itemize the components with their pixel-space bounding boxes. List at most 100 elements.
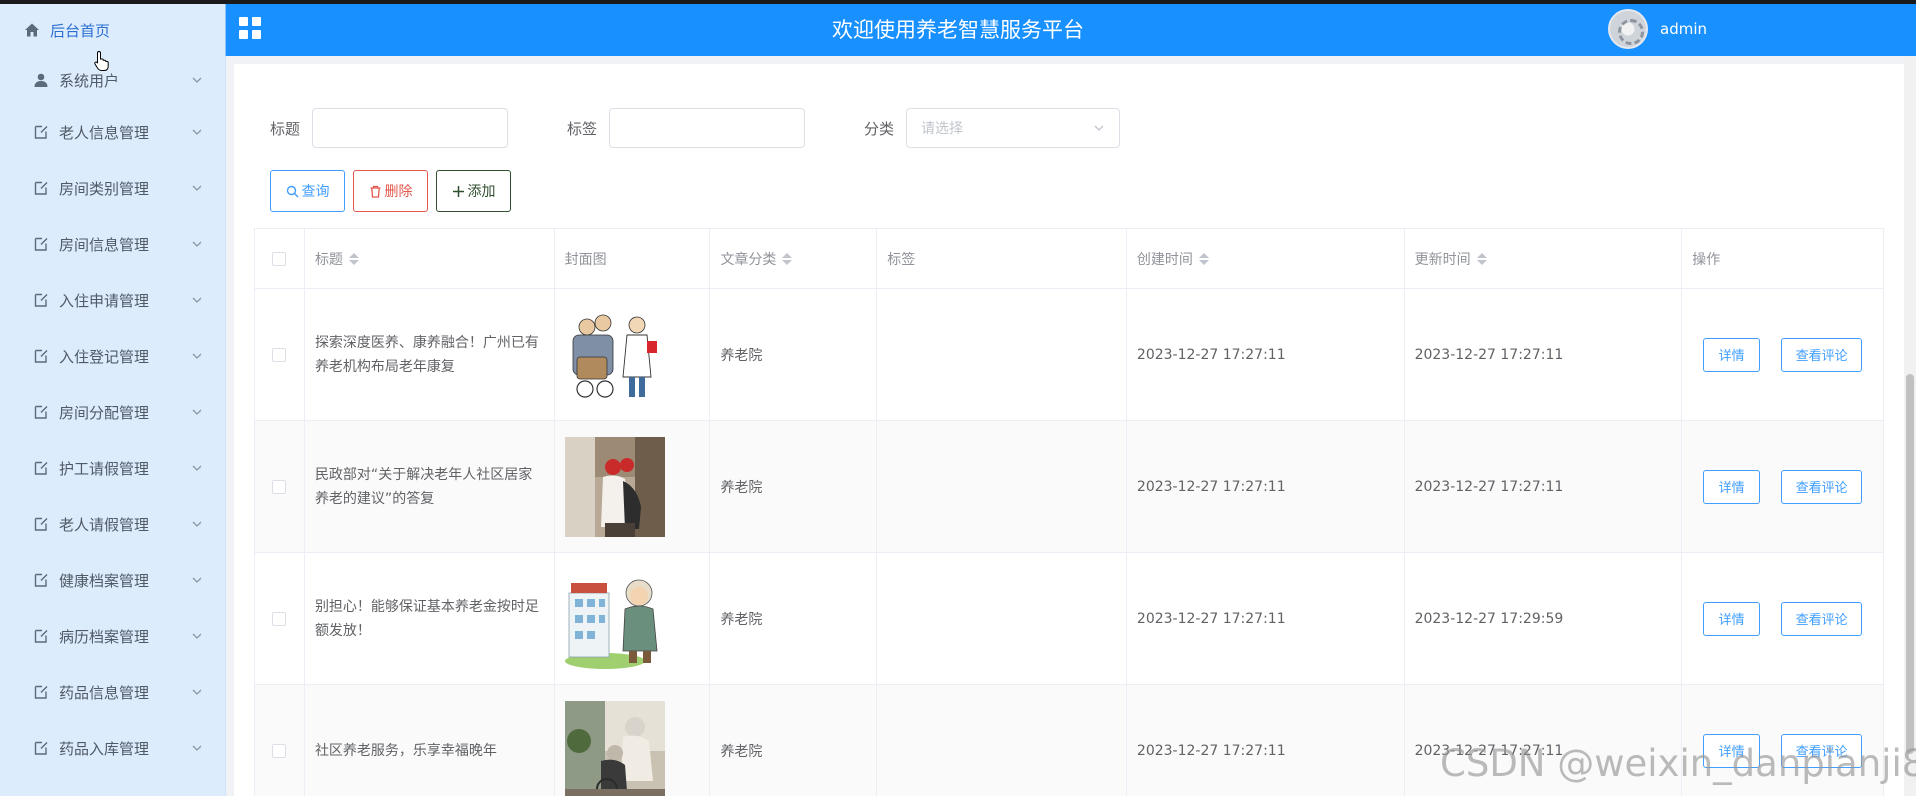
sidebar-item-caregiver-leave[interactable]: 护工请假管理: [0, 440, 225, 496]
search-icon: [286, 185, 298, 197]
sort-icon[interactable]: [348, 252, 359, 265]
search-form: 标题 标签 分类 请选择: [270, 108, 1121, 148]
row-checkbox[interactable]: [272, 611, 287, 626]
query-button[interactable]: 查询: [270, 170, 345, 212]
chevron-down-icon: [192, 241, 202, 247]
sidebar-item-label: 房间分配管理: [59, 403, 150, 422]
sidebar-item-room-category[interactable]: 房间类别管理: [0, 160, 225, 216]
sidebar-item-drug-stock-in[interactable]: 药品入库管理: [0, 720, 225, 776]
tag-label: 标签: [567, 119, 598, 138]
sidebar-item-system-users[interactable]: 系统用户: [0, 56, 225, 104]
row-checkbox[interactable]: [272, 347, 287, 362]
watermark: CSDN @weixin_danpianji889: [1440, 742, 1916, 785]
cover-image: [564, 568, 665, 669]
detail-button[interactable]: 详情: [1703, 337, 1761, 372]
sort-icon[interactable]: [1476, 252, 1487, 265]
doc-icon: [34, 573, 48, 587]
chevron-down-icon: [192, 297, 202, 303]
row-checkbox[interactable]: [272, 743, 287, 758]
chevron-down-icon: [192, 129, 202, 135]
column-header-created[interactable]: 创建时间: [1127, 229, 1405, 288]
doc-icon: [34, 629, 48, 643]
chevron-down-icon: [192, 353, 202, 359]
sort-icon[interactable]: [1198, 252, 1209, 265]
doc-icon: [34, 293, 48, 307]
sidebar-item-room-allocation[interactable]: 房间分配管理: [0, 384, 225, 440]
sidebar-item-elder-leave[interactable]: 老人请假管理: [0, 496, 225, 552]
view-comments-button[interactable]: 查看评论: [1781, 469, 1863, 504]
row-category: 养老院: [720, 611, 763, 628]
sort-icon[interactable]: [782, 252, 793, 265]
sidebar-item-label: 健康档案管理: [59, 571, 150, 590]
row-updated: 2023-12-27 17:27:11: [1414, 346, 1564, 363]
row-created: 2023-12-27 17:27:11: [1136, 610, 1286, 627]
row-title: 民政部对“关于解决老年人社区居家养老的建议”的答复: [314, 466, 533, 507]
vertical-scrollbar[interactable]: [1904, 56, 1916, 796]
sidebar-item-medical-records[interactable]: 病历档案管理: [0, 608, 225, 664]
plus-icon: [452, 185, 464, 197]
chevron-down-icon: [192, 77, 202, 83]
add-button[interactable]: 添加: [436, 170, 511, 212]
row-category: 养老院: [720, 347, 763, 364]
column-header-actions: 操作: [1692, 251, 1721, 268]
action-buttons: 查询 删除 添加: [270, 170, 519, 212]
user-menu[interactable]: admin: [1608, 9, 1707, 49]
row-title: 探索深度医养、康养融合！广州已有养老机构布局老年康复: [314, 334, 539, 375]
content-panel: 标题 标签 分类 请选择 查询 删除 添加 标题 封面图 文章分类 标签 创建时…: [234, 64, 1906, 796]
apps-grid-icon[interactable]: [239, 17, 261, 39]
column-header-tag: 标签: [877, 229, 1127, 288]
query-label: 查询: [301, 184, 330, 200]
detail-button[interactable]: 详情: [1703, 469, 1761, 504]
doc-icon: [34, 685, 48, 699]
row-checkbox[interactable]: [272, 479, 287, 494]
home-link[interactable]: 后台首页: [0, 4, 226, 56]
sidebar-item-room-info[interactable]: 房间信息管理: [0, 216, 225, 272]
detail-button[interactable]: 详情: [1703, 601, 1761, 636]
chevron-down-icon: [192, 185, 202, 191]
cover-image: [564, 304, 665, 405]
avatar[interactable]: [1608, 9, 1648, 49]
sidebar-item-checkin-application[interactable]: 入住申请管理: [0, 272, 225, 328]
doc-icon: [34, 461, 48, 475]
chevron-down-icon: [192, 745, 202, 751]
column-header-category[interactable]: 文章分类: [710, 229, 878, 288]
delete-label: 删除: [384, 184, 413, 200]
delete-button[interactable]: 删除: [353, 170, 428, 212]
sidebar-item-label: 系统用户: [59, 71, 120, 90]
category-select[interactable]: 请选择: [906, 108, 1121, 148]
sidebar-item-checkin-registration[interactable]: 入住登记管理: [0, 328, 225, 384]
category-placeholder: 请选择: [921, 121, 964, 137]
hand-cursor-icon: [94, 50, 109, 71]
main-content: 标题 标签 分类 请选择 查询 删除 添加 标题 封面图 文章分类 标签 创建时…: [226, 56, 1916, 796]
sidebar-item-elder-info[interactable]: 老人信息管理: [0, 104, 225, 160]
row-created: 2023-12-27 17:27:11: [1136, 742, 1286, 759]
sidebar-item-drug-info[interactable]: 药品信息管理: [0, 664, 225, 720]
row-title: 别担心！能够保证基本养老金按时足额发放！: [314, 598, 539, 639]
row-updated: 2023-12-27 17:27:11: [1414, 478, 1564, 495]
column-header-cover: 封面图: [555, 229, 711, 288]
select-all-checkbox[interactable]: [272, 251, 287, 266]
top-header: 后台首页 欢迎使用养老智慧服务平台 admin: [0, 4, 1916, 56]
tag-input[interactable]: [609, 108, 806, 148]
chevron-down-icon: [192, 633, 202, 639]
doc-icon: [34, 517, 48, 531]
sidebar-item-label: 老人请假管理: [59, 515, 150, 534]
home-label: 后台首页: [50, 21, 111, 40]
sidebar-item-label: 药品信息管理: [59, 683, 150, 702]
sidebar: 系统用户 老人信息管理 房间类别管理 房间信息管理 入住申请管理 入住登记管理 …: [0, 56, 226, 796]
scrollbar-thumb[interactable]: [1906, 374, 1914, 754]
sidebar-item-label: 药品入库管理: [59, 739, 150, 758]
chevron-down-icon: [192, 689, 202, 695]
doc-icon: [34, 125, 48, 139]
column-header-title[interactable]: 标题: [305, 229, 555, 288]
table-row: 民政部对“关于解决老年人社区居家养老的建议”的答复 养老院 2023-12-27…: [255, 421, 1883, 553]
view-comments-button[interactable]: 查看评论: [1781, 601, 1863, 636]
column-header-updated[interactable]: 更新时间: [1405, 229, 1683, 288]
view-comments-button[interactable]: 查看评论: [1781, 337, 1863, 372]
title-input[interactable]: [312, 108, 509, 148]
sidebar-item-health-records[interactable]: 健康档案管理: [0, 552, 225, 608]
chevron-down-icon: [192, 577, 202, 583]
row-category: 养老院: [720, 479, 763, 496]
article-table: 标题 封面图 文章分类 标签 创建时间 更新时间 操作 探索深度医养、康养融合！…: [254, 228, 1884, 796]
title-label: 标题: [270, 119, 301, 138]
